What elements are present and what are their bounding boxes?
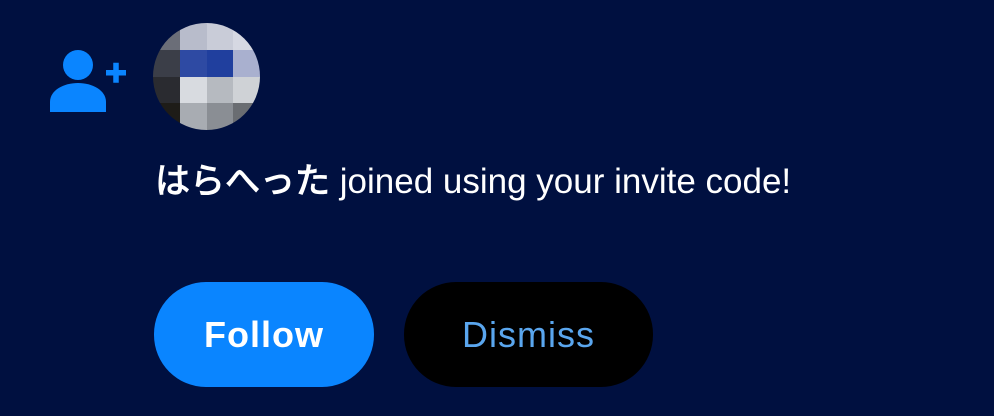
add-user-icon [50,50,126,112]
avatar-pixel [206,23,234,50]
avatar-pixel [206,76,234,104]
avatar-pixel [206,49,234,77]
message-text: joined using your invite code! [330,162,792,201]
invite-notification-card: はらへった joined using your invite code! Fol… [0,0,994,416]
avatar-pixel [179,49,207,77]
avatar-pixel [179,23,207,50]
avatar-pixel [179,76,207,104]
avatar-pixel [153,49,180,77]
avatar-pixel [233,49,260,77]
avatar-image [153,23,260,130]
dismiss-button[interactable]: Dismiss [404,282,653,387]
avatar-pixel [206,103,234,130]
follow-button[interactable]: Follow [154,282,374,387]
notification-message: はらへった joined using your invite code! [155,152,915,212]
avatar-pixel [233,76,260,104]
avatar-pixel [153,23,180,50]
avatar[interactable] [153,23,260,130]
avatar-pixel [233,103,260,130]
avatar-pixel [233,23,260,50]
avatar-pixel [153,76,180,104]
avatar-pixel [179,103,207,130]
user-name[interactable]: はらへった [155,162,330,202]
avatar-pixel [153,103,180,130]
